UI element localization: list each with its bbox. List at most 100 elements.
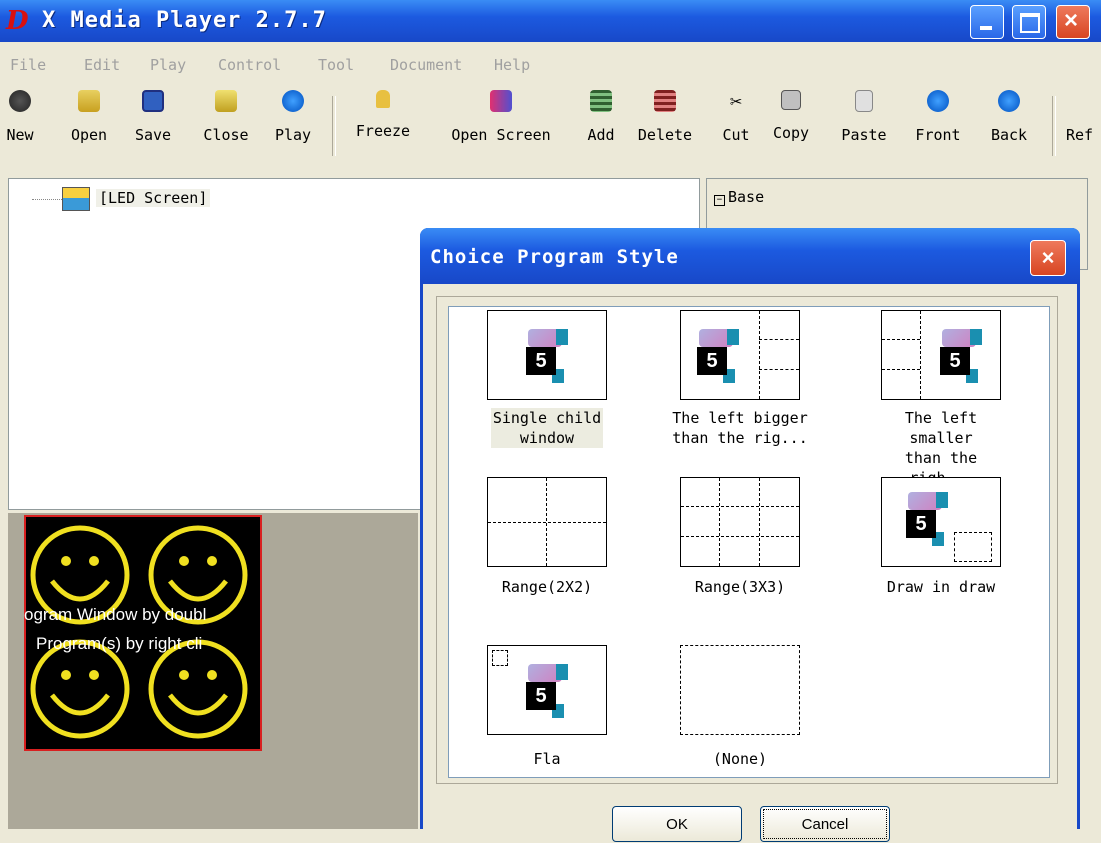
scissors-icon: ✂ <box>729 89 743 113</box>
save-label: Save <box>134 126 172 144</box>
paste-icon <box>855 90 873 112</box>
style-single-child-window[interactable]: 5 Single child window <box>477 310 617 448</box>
dialog-close-button[interactable]: × <box>1030 240 1066 276</box>
back-button[interactable]: Back <box>984 90 1034 144</box>
style-label: Draw in draw <box>886 578 996 596</box>
film-reel-icon <box>9 90 31 112</box>
delete-label: Delete <box>637 126 693 144</box>
style-fla[interactable]: 5 Fla <box>477 645 617 769</box>
menu-control[interactable]: Control <box>218 56 281 74</box>
left-bigger-thumbnail: 5 <box>680 310 800 400</box>
inner-window-icon <box>492 650 508 666</box>
close-label: Close <box>203 126 249 144</box>
app-logo-icon: D <box>6 6 29 36</box>
floppy-disk-icon <box>142 90 164 112</box>
refresh-button[interactable]: Ref <box>1066 90 1101 144</box>
style-label: The left smallerthan the righ... <box>904 409 978 487</box>
style-range-2x2[interactable]: Range(2X2) <box>477 477 617 597</box>
menu-document[interactable]: Document <box>390 56 462 74</box>
led-screen-icon <box>62 187 90 211</box>
program-picture-icon: 5 <box>902 488 950 546</box>
arrow-down-icon <box>998 90 1020 112</box>
menu-tool[interactable]: Tool <box>318 56 354 74</box>
minimize-icon <box>980 26 992 30</box>
add-row-icon <box>590 90 612 112</box>
copy-label: Copy <box>772 124 810 142</box>
delete-button[interactable]: Delete <box>632 90 698 144</box>
program-picture-icon: 5 <box>693 325 741 383</box>
new-button[interactable]: New <box>0 90 40 144</box>
play-icon <box>282 90 304 112</box>
paste-button[interactable]: Paste <box>834 90 894 144</box>
minimize-button[interactable] <box>970 5 1004 39</box>
close-file-button[interactable]: Close <box>196 90 256 144</box>
preview-hint-1: ogram Window by doubl <box>24 605 207 624</box>
open-screen-button[interactable]: Open Screen <box>436 90 566 144</box>
add-label: Add <box>587 126 615 144</box>
close-button[interactable]: × <box>1056 5 1090 39</box>
none-thumbnail <box>680 645 800 735</box>
refresh-icon <box>1073 90 1095 112</box>
add-button[interactable]: Add <box>578 90 624 144</box>
maximize-icon <box>1020 13 1040 33</box>
dialog-title: Choice Program Style <box>430 246 679 268</box>
collapse-icon[interactable]: − <box>714 195 725 206</box>
program-picture-icon: 5 <box>936 325 984 383</box>
toolbar-separator <box>332 96 336 156</box>
style-label: Fla <box>533 750 561 768</box>
range-3x3-thumbnail <box>680 477 800 567</box>
play-label: Play <box>274 126 312 144</box>
open-folder-icon <box>78 90 100 112</box>
close-folder-icon <box>215 90 237 112</box>
style-left-bigger[interactable]: 5 The left bigger than the rig... <box>670 310 810 448</box>
smiley-faces-image <box>26 517 260 749</box>
style-label: Range(3X3) <box>694 578 786 596</box>
fla-thumbnail: 5 <box>487 645 607 735</box>
style-draw-in-draw[interactable]: 5 Draw in draw <box>871 477 1011 597</box>
close-icon: × <box>1064 7 1079 34</box>
tree-connector <box>32 199 62 200</box>
maximize-button[interactable] <box>1012 5 1046 39</box>
menu-play[interactable]: Play <box>150 56 186 74</box>
delete-row-icon <box>654 90 676 112</box>
style-none[interactable]: (None) <box>670 645 810 769</box>
freeze-button[interactable]: Freeze <box>350 90 416 140</box>
save-button[interactable]: Save <box>130 90 176 144</box>
copy-button[interactable]: Copy <box>766 90 816 142</box>
left-smaller-thumbnail: 5 <box>881 310 1001 400</box>
new-label: New <box>6 126 34 144</box>
paste-label: Paste <box>841 126 887 144</box>
range-2x2-thumbnail <box>487 477 607 567</box>
style-label: Range(2X2) <box>501 578 593 596</box>
menu-file[interactable]: File <box>10 56 46 74</box>
style-left-smaller[interactable]: 5 The left smallerthan the righ... <box>871 310 1011 488</box>
style-label: (None) <box>712 750 768 768</box>
copy-icon <box>781 90 801 110</box>
property-section-base[interactable]: − Base <box>714 188 764 206</box>
cut-button[interactable]: ✂ Cut <box>716 90 756 144</box>
menu-edit[interactable]: Edit <box>84 56 120 74</box>
program-picture-icon: 5 <box>522 660 570 718</box>
led-preview-canvas[interactable] <box>24 515 262 751</box>
style-range-3x3[interactable]: Range(3X3) <box>670 477 810 597</box>
refresh-label: Ref <box>1066 126 1094 144</box>
back-label: Back <box>990 126 1028 144</box>
program-picture-icon: 5 <box>522 325 570 383</box>
front-label: Front <box>915 126 961 144</box>
draw-in-draw-thumbnail: 5 <box>881 477 1001 567</box>
preview-hint-2: Program(s) by right cli <box>36 634 203 653</box>
front-button[interactable]: Front <box>908 90 968 144</box>
ok-button[interactable]: OK <box>612 806 742 842</box>
open-screen-label: Open Screen <box>451 126 551 144</box>
cut-label: Cut <box>722 126 750 144</box>
arrow-up-icon <box>927 90 949 112</box>
style-label: The left bigger than the rig... <box>672 409 808 447</box>
open-button[interactable]: Open <box>66 90 112 144</box>
menu-bar: File Edit Play Control Tool Document Hel… <box>0 56 1101 86</box>
freeze-label: Freeze <box>355 122 411 140</box>
play-button[interactable]: Play <box>270 90 316 144</box>
lock-icon <box>376 90 390 108</box>
tree-item-led-screen[interactable]: [LED Screen] <box>96 189 211 207</box>
menu-help[interactable]: Help <box>494 56 530 74</box>
cancel-button[interactable]: Cancel <box>760 806 890 842</box>
